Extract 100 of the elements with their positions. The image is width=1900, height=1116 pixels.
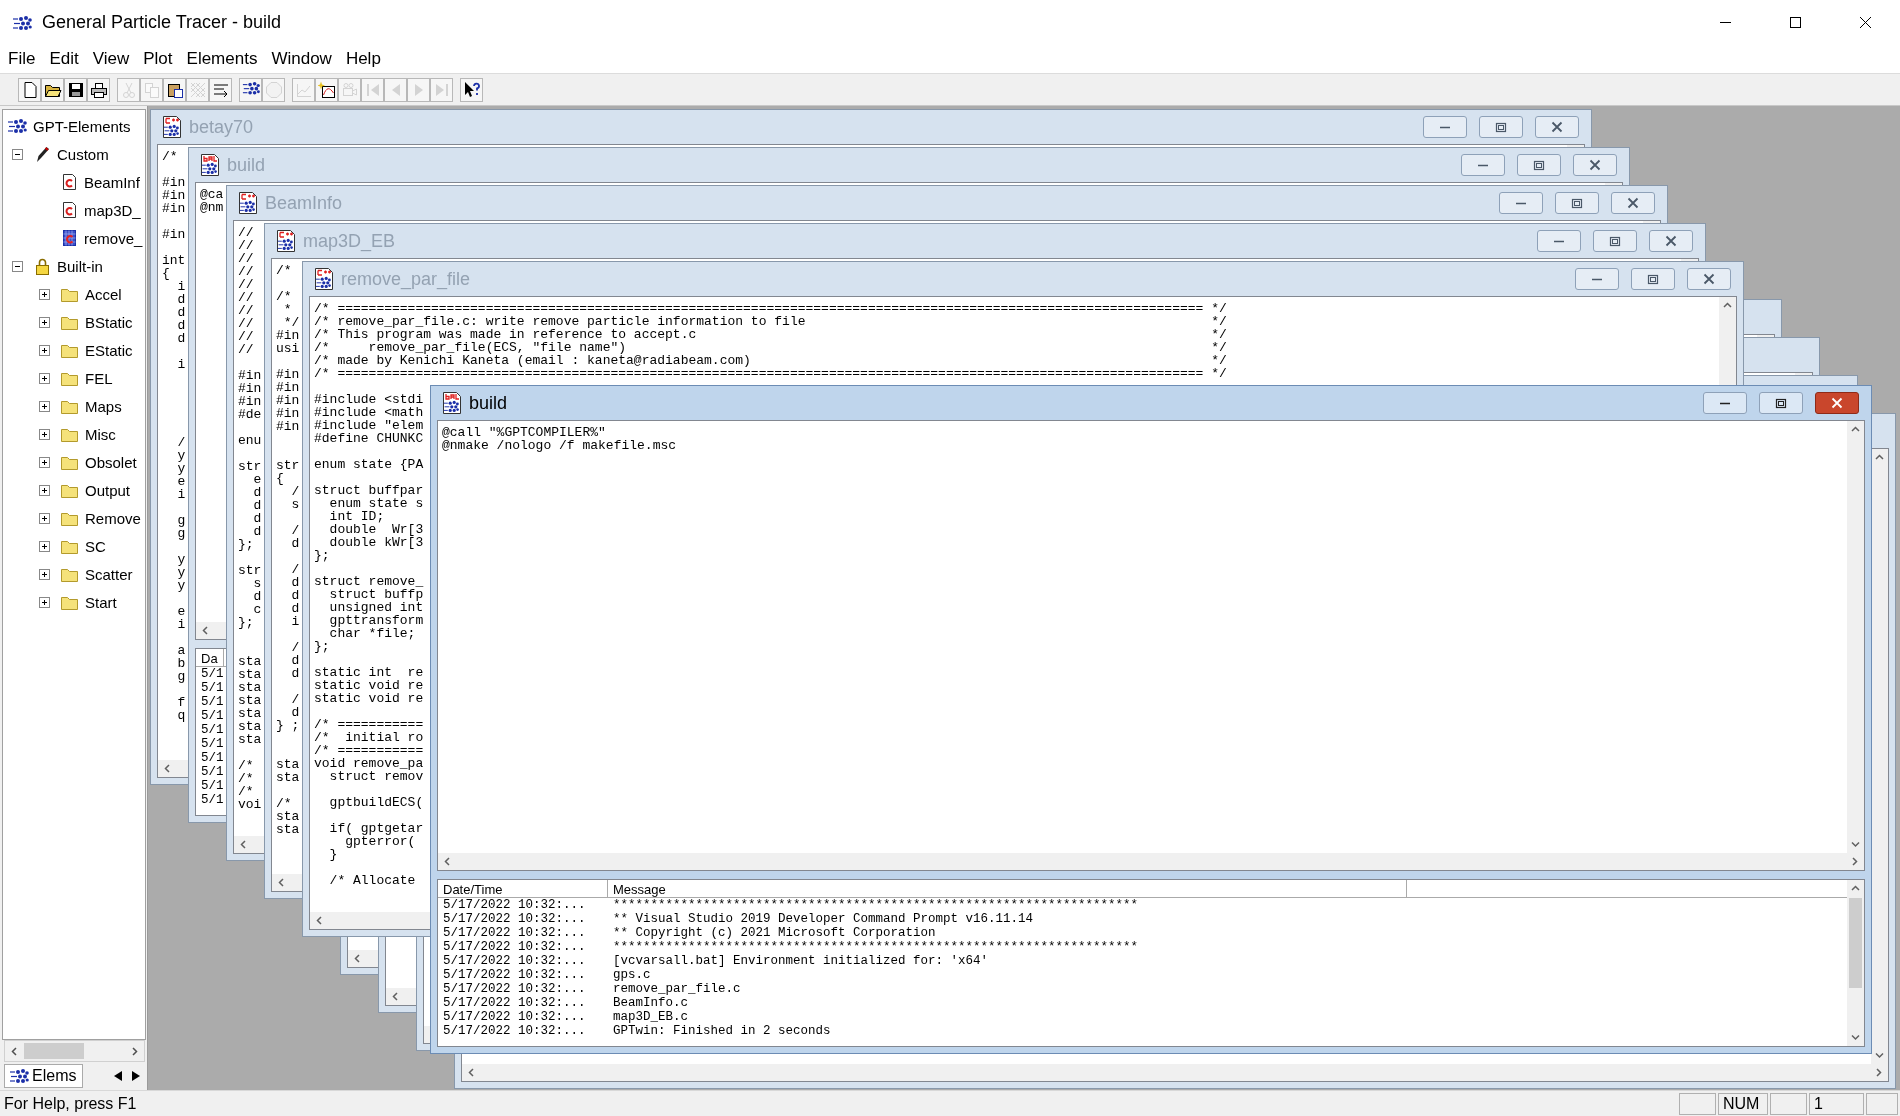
expand-toggle[interactable] <box>39 568 50 580</box>
minus-box-icon <box>12 260 23 272</box>
tree-item[interactable]: Custom <box>57 145 109 163</box>
code-line: str <box>238 460 262 473</box>
minimize-button[interactable] <box>1423 116 1467 138</box>
table-cell-text: 5/1 <box>200 751 225 765</box>
tree-item[interactable]: BeamInf <box>84 173 140 191</box>
vertical-scrollbar[interactable] <box>1847 421 1864 853</box>
close-button[interactable] <box>1611 192 1655 214</box>
close-icon <box>1627 197 1639 209</box>
code-line: #in <box>276 329 300 342</box>
vertical-scrollbar[interactable] <box>1847 880 1864 1046</box>
expand-toggle[interactable] <box>39 456 50 468</box>
horizontal-scrollbar[interactable] <box>438 853 1864 870</box>
text-editor[interactable]: @call "%GPTCOMPILER%" @nmake /nologo /f makefile.msc <box>437 420 1865 871</box>
expand-toggle[interactable] <box>39 372 50 384</box>
tree-item[interactable]: GPT-Elements <box>33 117 131 135</box>
restore-button[interactable] <box>1759 392 1803 414</box>
minimize-button[interactable] <box>1499 192 1543 214</box>
toolbar-button[interactable] <box>41 77 64 102</box>
restore-button[interactable] <box>1593 230 1637 252</box>
collapse-toggle[interactable] <box>12 148 23 160</box>
close-button[interactable] <box>1535 116 1579 138</box>
restore-button[interactable] <box>1517 154 1561 176</box>
restore-button[interactable] <box>1631 268 1675 290</box>
expand-toggle[interactable] <box>39 428 50 440</box>
code-line: a <box>176 644 186 657</box>
expand-toggle[interactable] <box>39 316 50 328</box>
toolbar-button[interactable] <box>64 77 87 102</box>
plus-box-icon <box>39 344 50 356</box>
expand-toggle[interactable] <box>39 344 50 356</box>
restore-button[interactable] <box>1555 192 1599 214</box>
chevron-left-icon <box>442 856 453 867</box>
restore-button[interactable] <box>1479 116 1523 138</box>
menu-item[interactable]: Help <box>338 47 388 71</box>
expand-toggle[interactable] <box>39 288 50 300</box>
tree-item[interactable]: Output <box>85 481 131 499</box>
close-button[interactable] <box>1687 268 1731 290</box>
column-header[interactable]: Date/Time <box>438 880 608 897</box>
code-line: struct buffpar <box>314 484 424 497</box>
table-cell-text: ** Visual Studio 2019 Developer Command Prompt v16.11.14 <box>612 912 1035 926</box>
toolbar-button[interactable] <box>163 77 186 102</box>
expand-toggle[interactable] <box>39 596 50 608</box>
tree-item[interactable]: FEL <box>85 369 113 387</box>
dots-cluster-icon <box>7 118 27 134</box>
code-line: /* =========== <box>314 718 424 731</box>
toolbar-button[interactable] <box>239 77 262 102</box>
panel-tab[interactable]: Elems <box>4 1064 84 1088</box>
tree-item[interactable]: Remove <box>85 509 141 527</box>
code-line: struct buffp <box>328 588 424 601</box>
expand-toggle[interactable] <box>39 540 50 552</box>
toolbar-button[interactable] <box>87 77 110 102</box>
scrollbar-thumb[interactable] <box>24 1043 84 1059</box>
tree-item[interactable]: BStatic <box>85 313 133 331</box>
collapse-toggle[interactable] <box>12 260 23 272</box>
toolbar-button[interactable] <box>18 77 41 102</box>
horizontal-scrollbar[interactable] <box>4 1040 145 1062</box>
code-line: e <box>176 605 186 618</box>
tree-item[interactable]: Scatter <box>85 565 133 583</box>
close-icon <box>1551 121 1563 133</box>
tree-item[interactable]: Misc <box>85 425 116 443</box>
close-button[interactable] <box>1649 230 1693 252</box>
code-line: d <box>290 589 300 602</box>
expand-toggle[interactable] <box>39 512 50 524</box>
minimize-button[interactable] <box>1575 268 1619 290</box>
tree-item[interactable]: Obsolet <box>85 453 137 471</box>
tree-item[interactable]: EStatic <box>85 341 133 359</box>
menu-item[interactable]: Edit <box>42 47 86 71</box>
toolbar-button[interactable] <box>460 77 483 102</box>
menu-item[interactable]: Window <box>264 47 339 71</box>
tree-item[interactable]: Accel <box>85 285 122 303</box>
menu-item[interactable]: Elements <box>179 47 265 71</box>
plus-box-icon <box>39 316 50 328</box>
tree-item[interactable]: Maps <box>85 397 122 415</box>
code-line: double kWr[3 <box>328 536 424 549</box>
code-line: @nmake /nologo /f makefile.msc <box>442 439 677 452</box>
minimize-button[interactable] <box>1461 154 1505 176</box>
minimize-button[interactable] <box>1537 230 1581 252</box>
tree-item[interactable]: Start <box>85 593 117 611</box>
close-button[interactable] <box>1815 392 1859 414</box>
tree-item[interactable]: map3D_ <box>84 201 141 219</box>
menu-item[interactable]: Plot <box>136 47 180 71</box>
menu-item[interactable]: View <box>85 47 137 71</box>
document-icon <box>199 153 221 177</box>
chevron-left-icon <box>390 991 401 1002</box>
tree-item[interactable]: remove_ <box>84 229 143 247</box>
column-header[interactable]: Da <box>196 649 224 666</box>
tree-item[interactable]: Built-in <box>57 257 103 275</box>
close-icon <box>1703 273 1715 285</box>
code-line: struct remove_ <box>314 575 424 588</box>
table-cell-text: 5/1 <box>200 793 225 807</box>
column-header[interactable]: Message <box>608 880 1407 897</box>
expand-toggle[interactable] <box>39 400 50 412</box>
menu-item[interactable]: File <box>1 47 43 71</box>
scrollbar-thumb[interactable] <box>1849 898 1862 988</box>
expand-toggle[interactable] <box>39 484 50 496</box>
plus-box-icon <box>39 400 50 412</box>
close-button[interactable] <box>1573 154 1617 176</box>
toolbar-button[interactable] <box>315 77 338 102</box>
tree-item[interactable]: SC <box>85 537 106 555</box>
